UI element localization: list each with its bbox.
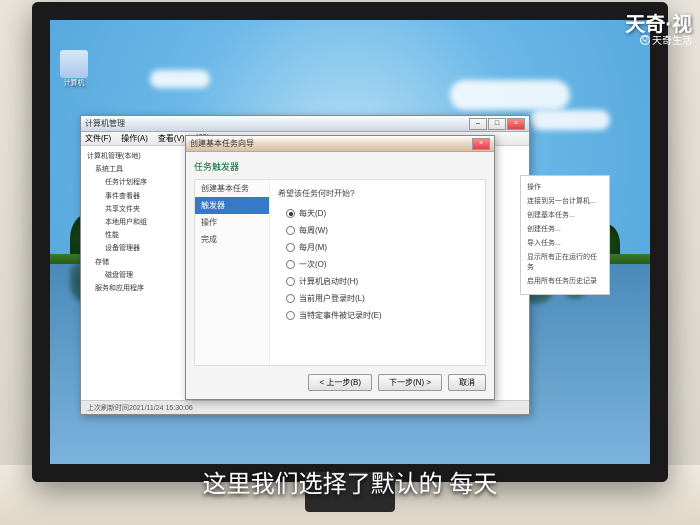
wizard-options: 希望该任务何时开始? 每天(D) 每周(W) 每月(M) 一次(O) 计算机启动时(H)… (270, 180, 485, 365)
options-header: 希望该任务何时开始? (278, 188, 477, 199)
back-button[interactable]: < 上一步(B) (308, 374, 372, 391)
radio-option[interactable]: 当前用户登录时(L) (278, 290, 477, 307)
radio-label: 每天(D) (299, 208, 326, 219)
desktop-icon-computer[interactable]: 计算机 (58, 50, 90, 88)
minimize-button[interactable]: – (469, 118, 487, 130)
wizard-step[interactable]: 完成 (195, 231, 269, 248)
search-icon: Q (640, 35, 650, 45)
dialog-title: 创建基本任务向导 (190, 138, 472, 149)
radio-label: 计算机启动时(H) (299, 276, 358, 287)
computer-icon (60, 50, 88, 78)
radio-option[interactable]: 每天(D) (278, 205, 477, 222)
radio-button-icon (286, 294, 295, 303)
menu-file[interactable]: 文件(F) (85, 133, 111, 144)
tree-item[interactable]: 系统工具 (85, 163, 186, 176)
tree-item[interactable]: 存储 (85, 256, 186, 269)
next-button[interactable]: 下一步(N) > (378, 374, 442, 391)
tree-item[interactable]: 任务计划程序 (85, 176, 186, 189)
tree-item[interactable]: 设备管理器 (85, 242, 186, 255)
wizard-step[interactable]: 创建基本任务 (195, 180, 269, 197)
menu-view[interactable]: 查看(V) (158, 133, 185, 144)
action-item[interactable]: 启用所有任务历史记录 (525, 274, 605, 288)
radio-label: 一次(O) (299, 259, 327, 270)
watermark-sub: Q天奇生活 (640, 32, 692, 47)
tree-item[interactable]: 共享文件夹 (85, 203, 186, 216)
radio-button-icon (286, 260, 295, 269)
radio-label: 当前用户登录时(L) (299, 293, 365, 304)
status-bar: 上次刷新时间2021/11/24 15:30:06 (81, 400, 529, 414)
radio-option[interactable]: 计算机启动时(H) (278, 273, 477, 290)
dialog-subtitle: 任务触发器 (194, 160, 486, 173)
tree-item[interactable]: 本地用户和组 (85, 216, 186, 229)
screen: 计算机 计算机管理 – □ × 文件(F) 操作(A) 查看(V) 帮助(H) … (50, 20, 650, 464)
wizard-step[interactable]: 触发器 (195, 197, 269, 214)
radio-label: 每周(W) (299, 225, 328, 236)
tree-item[interactable]: 事件查看器 (85, 190, 186, 203)
radio-button-icon (286, 311, 295, 320)
tree-panel[interactable]: 计算机管理(本地)系统工具任务计划程序事件查看器共享文件夹本地用户和组性能设备管… (81, 146, 191, 414)
dialog-titlebar[interactable]: 创建基本任务向导 × (186, 136, 494, 152)
radio-label: 每月(M) (299, 242, 327, 253)
cancel-button[interactable]: 取消 (448, 374, 486, 391)
action-item[interactable]: 导入任务... (525, 236, 605, 250)
tree-item[interactable]: 服务和应用程序 (85, 282, 186, 295)
actions-panel: 操作连接到另一台计算机...创建基本任务...创建任务...导入任务...显示所… (520, 175, 610, 295)
action-item[interactable]: 创建任务... (525, 222, 605, 236)
action-item[interactable]: 显示所有正在运行的任务 (525, 250, 605, 274)
radio-option[interactable]: 一次(O) (278, 256, 477, 273)
wizard-step[interactable]: 操作 (195, 214, 269, 231)
wizard-dialog: 创建基本任务向导 × 任务触发器 创建基本任务触发器操作完成 希望该任务何时开始… (185, 135, 495, 400)
wizard-nav: 创建基本任务触发器操作完成 (195, 180, 270, 365)
monitor-frame: 计算机 计算机管理 – □ × 文件(F) 操作(A) 查看(V) 帮助(H) … (32, 2, 668, 482)
radio-option[interactable]: 当特定事件被记录时(E) (278, 307, 477, 324)
dialog-close-button[interactable]: × (472, 138, 490, 150)
tree-item[interactable]: 计算机管理(本地) (85, 150, 186, 163)
maximize-button[interactable]: □ (488, 118, 506, 130)
tree-item[interactable]: 磁盘管理 (85, 269, 186, 282)
action-item[interactable]: 连接到另一台计算机... (525, 194, 605, 208)
titlebar[interactable]: 计算机管理 – □ × (81, 116, 529, 132)
close-button[interactable]: × (507, 118, 525, 130)
radio-button-icon (286, 209, 295, 218)
subtitle-caption: 这里我们选择了默认的 每天 (0, 464, 700, 499)
tree-item[interactable]: 性能 (85, 229, 186, 242)
radio-option[interactable]: 每月(M) (278, 239, 477, 256)
window-title: 计算机管理 (85, 118, 469, 129)
action-item[interactable]: 操作 (525, 180, 605, 194)
action-item[interactable]: 创建基本任务... (525, 208, 605, 222)
radio-option[interactable]: 每周(W) (278, 222, 477, 239)
radio-button-icon (286, 226, 295, 235)
radio-button-icon (286, 277, 295, 286)
radio-button-icon (286, 243, 295, 252)
menu-action[interactable]: 操作(A) (121, 133, 148, 144)
radio-label: 当特定事件被记录时(E) (299, 310, 382, 321)
